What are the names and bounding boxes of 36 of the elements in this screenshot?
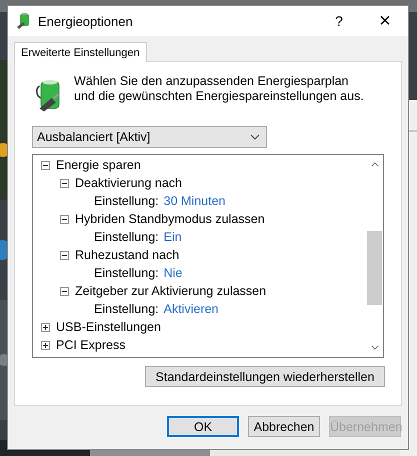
setting-label: Einstellung: bbox=[94, 194, 159, 208]
expander-icon[interactable] bbox=[60, 178, 69, 188]
setting-value-link[interactable]: Nie bbox=[164, 266, 182, 280]
close-button[interactable]: × bbox=[362, 6, 408, 36]
setting-label: Einstellung: bbox=[94, 230, 159, 244]
scroll-thumb[interactable] bbox=[367, 231, 382, 306]
dialog-button[interactable]: Abbrechen bbox=[248, 416, 320, 437]
tree-item[interactable]: Hybriden Standbymodus zulassen bbox=[75, 212, 265, 226]
expander-icon[interactable] bbox=[41, 322, 50, 332]
setting-value-link[interactable]: 30 Minuten bbox=[164, 194, 226, 208]
expander-icon[interactable] bbox=[60, 214, 69, 224]
plan-dropdown[interactable]: Ausbalanciert [Aktiv] bbox=[32, 126, 267, 148]
battery-plug-icon bbox=[16, 13, 32, 29]
expander-icon[interactable] bbox=[60, 286, 69, 296]
help-button[interactable]: ? bbox=[316, 6, 362, 36]
tree-item[interactable]: USB-Einstellungen bbox=[56, 320, 161, 334]
chevron-down-icon bbox=[250, 134, 260, 140]
tree-item[interactable]: Deaktivierung nach bbox=[75, 176, 182, 190]
window-title: Energieoptionen bbox=[38, 14, 134, 28]
expander-icon[interactable] bbox=[41, 340, 50, 350]
tree-item[interactable]: Ruhezustand nach bbox=[75, 248, 180, 262]
setting-label: Einstellung: bbox=[94, 302, 159, 316]
scroll-down-icon[interactable] bbox=[370, 345, 378, 350]
setting-value-link[interactable]: Aktivieren bbox=[164, 302, 219, 316]
tab[interactable]: Erweiterte Einstellungen bbox=[14, 42, 147, 62]
setting-label: Einstellung: bbox=[94, 266, 159, 280]
tree-item[interactable]: PCI Express bbox=[56, 338, 126, 352]
expander-icon[interactable] bbox=[60, 250, 69, 260]
intro-text: Wählen Sie den anzupassenden Energiesparplan und die gewünschten Energiespareinstellungen aus. bbox=[74, 74, 364, 105]
expander-icon[interactable] bbox=[41, 160, 50, 170]
tree-item[interactable]: Zeitgeber zur Aktivierung zulassen bbox=[75, 284, 266, 298]
scroll-up-icon[interactable] bbox=[370, 162, 378, 167]
dialog-button[interactable]: OK bbox=[167, 416, 239, 437]
restore-defaults-button[interactable]: Standardeinstellungen wiederherstellen bbox=[145, 366, 385, 387]
setting-value-link[interactable]: Ein bbox=[164, 230, 182, 244]
tree-item[interactable]: Energie sparen bbox=[56, 158, 141, 172]
